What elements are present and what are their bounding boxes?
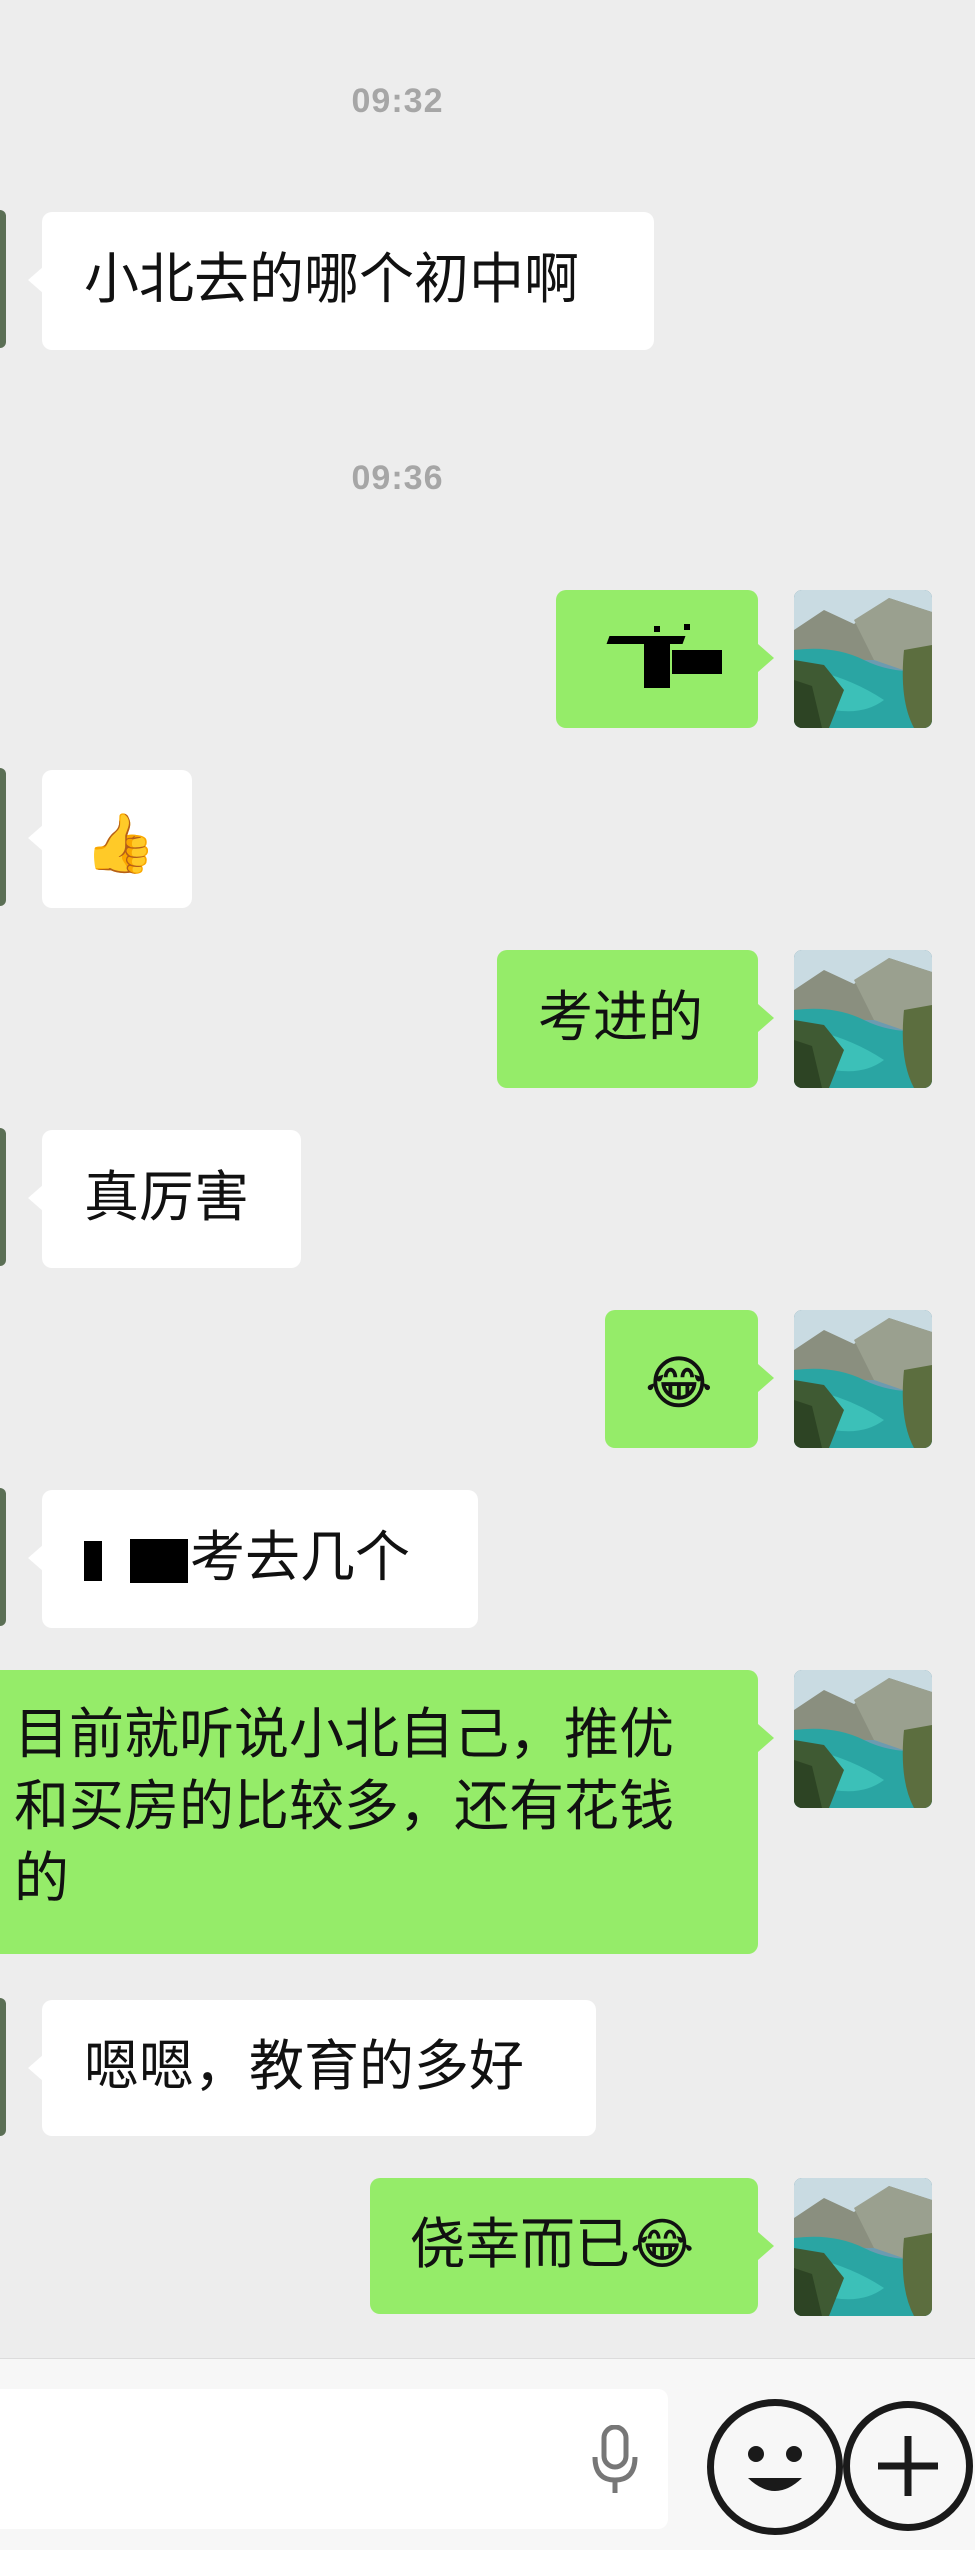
message-bubble-outgoing[interactable]: 目前就听说小北自己，推优和买房的比较多，还有花钱的 bbox=[0, 1670, 774, 1954]
input-bar bbox=[0, 2358, 975, 2550]
redacted-content bbox=[654, 626, 660, 632]
message-text: 考进的 bbox=[538, 985, 704, 1049]
my-avatar[interactable] bbox=[794, 1670, 932, 1808]
contact-avatar[interactable] bbox=[0, 1128, 6, 1266]
message-bubble-outgoing[interactable]: 😂 bbox=[605, 1310, 774, 1448]
message-bubble-outgoing[interactable] bbox=[556, 590, 774, 728]
my-avatar[interactable] bbox=[794, 2178, 932, 2316]
landscape-avatar-image bbox=[794, 1670, 932, 1808]
tears-of-joy-icon: 😂 bbox=[645, 1348, 713, 1417]
message-text: 嗯嗯，教育的多好 bbox=[84, 2034, 525, 2098]
message-text: 真厉害 bbox=[84, 1165, 250, 1229]
my-avatar[interactable] bbox=[794, 1310, 932, 1448]
plus-icon[interactable] bbox=[843, 2401, 973, 2531]
thumbs-up-icon: 👍 bbox=[84, 808, 157, 877]
redacted-content bbox=[84, 1540, 102, 1581]
contact-avatar[interactable] bbox=[0, 768, 6, 906]
my-avatar[interactable] bbox=[794, 950, 932, 1088]
my-avatar[interactable] bbox=[794, 590, 932, 728]
message-bubble-incoming[interactable]: 考去几个 bbox=[28, 1490, 478, 1628]
landscape-avatar-image bbox=[794, 950, 932, 1088]
microphone-icon[interactable] bbox=[590, 2425, 640, 2495]
message-bubble-incoming[interactable]: 👍 bbox=[28, 770, 192, 908]
landscape-avatar-image bbox=[794, 590, 932, 728]
landscape-avatar-image bbox=[794, 1310, 932, 1448]
message-bubble-incoming[interactable]: 小北去的哪个初中啊 bbox=[28, 212, 654, 350]
contact-avatar[interactable] bbox=[0, 1998, 6, 2136]
smiley-icon[interactable] bbox=[707, 2399, 843, 2535]
message-bubble-incoming[interactable]: 真厉害 bbox=[28, 1130, 301, 1268]
timestamp: 09:32 bbox=[351, 82, 444, 120]
redacted-content bbox=[672, 650, 722, 674]
landscape-avatar-image bbox=[794, 2178, 932, 2316]
message-text: 目前就听说小北自己，推优和买房的比较多，还有花钱的 bbox=[14, 1702, 675, 1910]
message-text: 小北去的哪个初中啊 bbox=[84, 247, 580, 311]
redacted-content bbox=[684, 624, 690, 630]
redacted-content bbox=[130, 1538, 188, 1583]
message-input[interactable] bbox=[0, 2389, 668, 2529]
message-text: 考去几个 bbox=[190, 1525, 411, 1589]
redacted-content bbox=[644, 642, 670, 688]
contact-avatar[interactable] bbox=[0, 1488, 6, 1626]
message-text: 侥幸而已😂 bbox=[410, 2212, 695, 2276]
contact-avatar[interactable] bbox=[0, 210, 6, 348]
message-bubble-outgoing[interactable]: 侥幸而已😂 bbox=[370, 2178, 774, 2314]
message-bubble-outgoing[interactable]: 考进的 bbox=[497, 950, 774, 1088]
message-bubble-incoming[interactable]: 嗯嗯，教育的多好 bbox=[28, 2000, 596, 2136]
timestamp: 09:36 bbox=[351, 459, 444, 497]
